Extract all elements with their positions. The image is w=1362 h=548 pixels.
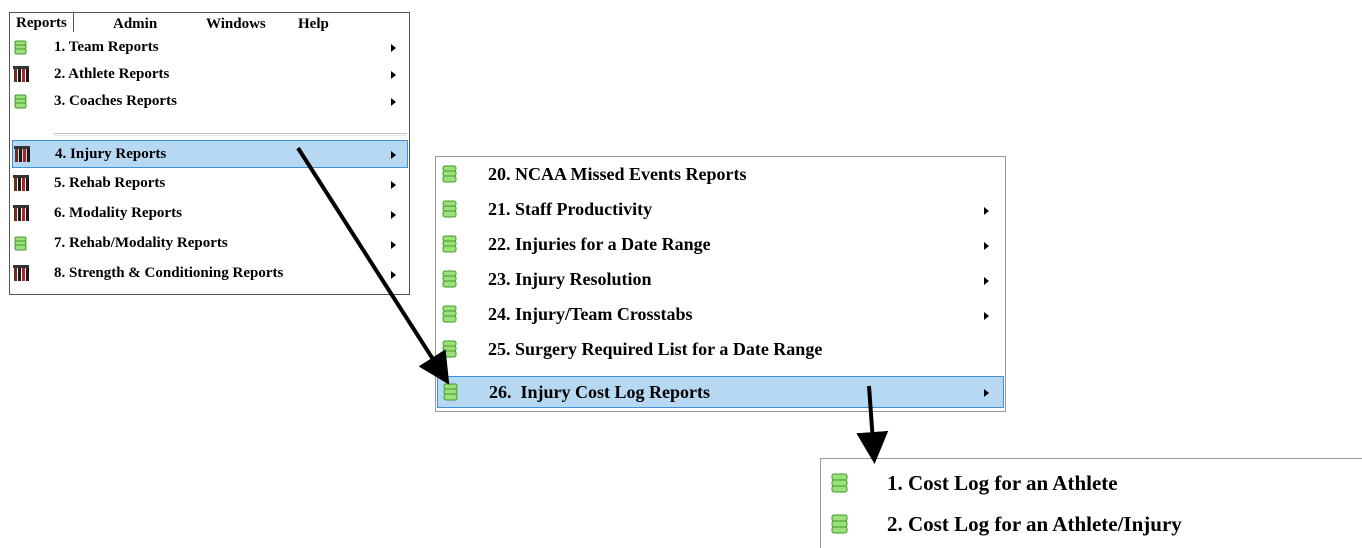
reports-item-label: 3. Coaches Reports [54,93,177,109]
injury-item-label: 24. Injury/Team Crosstabs [488,304,693,324]
reports-item-athlete[interactable]: 2. Athlete Reports [10,61,409,87]
submenu-arrow-icon [391,271,396,279]
submenu-arrow-icon [984,277,989,285]
reports-item-label: 5. Rehab Reports [54,175,166,191]
reports-item-label: 2. Athlete Reports [54,66,170,82]
submenu-arrow-icon [391,241,396,249]
submenu-arrow-icon [391,211,396,219]
cost-log-item-athlete[interactable]: 1. Cost Log for an Athlete [821,465,1361,503]
cost-log-item-athlete-injury[interactable]: 2. Cost Log for an Athlete/Injury [821,506,1361,544]
reports-item-injury[interactable]: 4. Injury Reports [12,140,408,168]
menu-separator [54,133,407,134]
stack-icon [831,473,848,499]
injury-item-ncaa[interactable]: 20. NCAA Missed Events Reports [436,159,1005,191]
reports-item-label: 4. Injury Reports [55,146,167,162]
stack-icon [831,514,848,540]
reports-menu: 1. Team Reports 2. Athlete Reports 3. Co… [9,32,410,295]
menu-help[interactable]: Help [298,16,329,33]
stack-icon [443,383,458,406]
menu-admin[interactable]: Admin [113,16,157,33]
stack-icon [14,236,27,256]
stack-icon [14,40,27,60]
injury-item-label: 22. Injuries for a Date Range [488,234,711,254]
reports-item-team[interactable]: 1. Team Reports [10,34,409,60]
stack-icon [442,270,457,293]
submenu-arrow-icon [984,207,989,215]
reports-item-modality[interactable]: 6. Modality Reports [10,200,409,228]
injury-item-crosstabs[interactable]: 24. Injury/Team Crosstabs [436,299,1005,331]
athletes-icon [14,146,30,168]
menu-reports[interactable]: Reports [10,13,74,33]
athletes-icon [13,175,29,197]
submenu-arrow-icon [391,151,396,159]
reports-item-coaches[interactable]: 3. Coaches Reports [10,88,409,114]
injury-item-label: 20. NCAA Missed Events Reports [488,164,747,184]
injury-item-surgery[interactable]: 25. Surgery Required List for a Date Ran… [436,334,1005,366]
menu-separator [54,135,407,136]
submenu-arrow-icon [391,98,396,106]
injury-item-staff-productivity[interactable]: 21. Staff Productivity [436,194,1005,226]
reports-item-label: 6. Modality Reports [54,205,182,221]
cost-log-item-label: 2. Cost Log for an Athlete/Injury [887,512,1182,536]
reports-item-label: 8. Strength & Conditioning Reports [54,265,284,281]
stack-icon [442,200,457,223]
reports-item-label: 7. Rehab/Modality Reports [54,235,228,251]
submenu-arrow-icon [984,389,989,397]
injury-item-resolution[interactable]: 23. Injury Resolution [436,264,1005,296]
injury-reports-submenu: 20. NCAA Missed Events Reports 21. Staff… [435,156,1006,412]
injury-item-label: 25. Surgery Required List for a Date Ran… [488,339,823,359]
reports-item-rehab-modality[interactable]: 7. Rehab/Modality Reports [10,230,409,258]
injury-item-cost-log[interactable]: 26. Injury Cost Log Reports [437,376,1004,408]
injury-item-label: 26. Injury Cost Log Reports [489,382,711,402]
stack-icon [442,340,457,363]
submenu-arrow-icon [391,71,396,79]
menu-windows[interactable]: Windows [206,16,266,33]
submenu-arrow-icon [391,181,396,189]
stack-icon [14,94,27,114]
menu-bar: Reports Admin Windows Help [9,12,410,33]
injury-item-label: 21. Staff Productivity [488,199,653,219]
cost-log-item-label: 1. Cost Log for an Athlete [887,471,1118,495]
stack-icon [442,235,457,258]
reports-item-rehab[interactable]: 5. Rehab Reports [10,170,409,198]
athletes-icon [13,66,29,88]
stack-icon [442,165,457,188]
injury-item-label: 23. Injury Resolution [488,269,652,289]
injury-item-date-range[interactable]: 22. Injuries for a Date Range [436,229,1005,261]
stack-icon [442,305,457,328]
reports-item-strength[interactable]: 8. Strength & Conditioning Reports [10,260,409,288]
cost-log-submenu: 1. Cost Log for an Athlete 2. Cost Log f… [820,458,1362,548]
submenu-arrow-icon [984,242,989,250]
athletes-icon [13,205,29,227]
submenu-arrow-icon [984,312,989,320]
reports-item-label: 1. Team Reports [54,39,159,55]
athletes-icon [13,265,29,287]
submenu-arrow-icon [391,44,396,52]
